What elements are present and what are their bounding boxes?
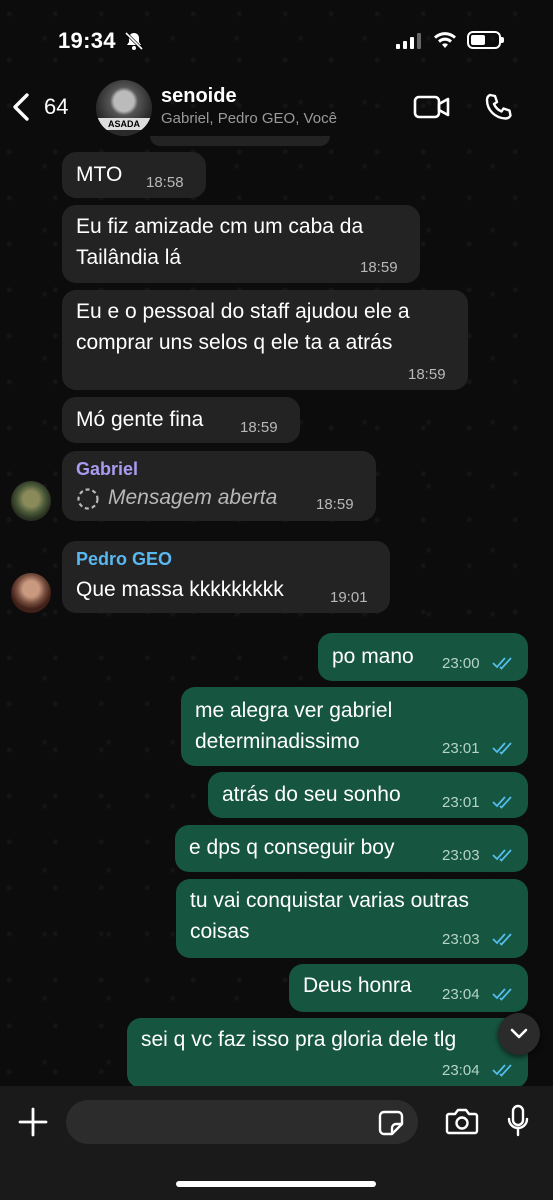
message-text: Deus honra bbox=[303, 974, 412, 997]
message-text: atrás do seu sonho bbox=[222, 783, 401, 806]
message-time: 23:04 bbox=[442, 1062, 480, 1079]
message-bubble-incoming[interactable]: Eu e o pessoal do staff ajudou ele a com… bbox=[62, 290, 468, 390]
sticker-icon[interactable] bbox=[378, 1110, 404, 1141]
message-text: Mó gente fina bbox=[76, 408, 204, 431]
message-time: 18:59 bbox=[408, 366, 446, 383]
message-text-line1: Eu fiz amizade cm um caba da bbox=[76, 215, 364, 238]
contact-avatar-gabriel[interactable] bbox=[11, 481, 51, 521]
chat-header: 64 ASADA senoide Gabriel, Pedro GEO, Voc… bbox=[0, 72, 553, 142]
message-text: Mensagem aberta bbox=[108, 486, 278, 509]
message-text: sei q vc faz isso pra gloria dele tlg bbox=[141, 1028, 457, 1051]
message-bubble-incoming[interactable]: MTO 18:58 bbox=[62, 152, 206, 198]
chevron-down-icon bbox=[509, 1026, 529, 1047]
scroll-to-bottom-button[interactable] bbox=[498, 1013, 540, 1055]
message-bubble-outgoing[interactable]: sei q vc faz isso pra gloria dele tlg 23… bbox=[127, 1018, 528, 1088]
message-time: 18:59 bbox=[360, 259, 398, 276]
read-ticks-icon bbox=[492, 741, 514, 760]
back-chevron-icon[interactable] bbox=[10, 92, 32, 127]
read-ticks-icon bbox=[492, 932, 514, 951]
read-ticks-icon bbox=[492, 656, 514, 675]
message-text-line2: comprar uns selos q ele ta a atrás bbox=[76, 331, 393, 354]
message-bubble-incoming[interactable]: Pedro GEO Que massa kkkkkkkkk 19:01 bbox=[62, 541, 390, 613]
sender-name[interactable]: Gabriel bbox=[76, 459, 138, 480]
message-bubble-outgoing[interactable]: tu vai conquistar varias outras coisas 2… bbox=[176, 879, 528, 958]
signal-icon bbox=[396, 33, 422, 54]
message-bubble-outgoing[interactable]: po mano 23:00 bbox=[318, 633, 528, 681]
message-time: 23:03 bbox=[442, 847, 480, 864]
message-time: 18:58 bbox=[146, 174, 184, 191]
message-text-line2: Tailândia lá bbox=[76, 246, 182, 269]
message-time: 23:01 bbox=[442, 740, 480, 757]
read-ticks-icon bbox=[492, 1063, 514, 1082]
message-text: e dps q conseguir boy bbox=[189, 836, 395, 859]
partial-message-bubble bbox=[150, 136, 330, 146]
message-text: MTO bbox=[76, 163, 123, 186]
message-time: 23:04 bbox=[442, 986, 480, 1003]
message-bubble-incoming[interactable]: Mó gente fina 18:59 bbox=[62, 397, 300, 443]
message-bubble-outgoing[interactable]: e dps q conseguir boy 23:03 bbox=[175, 825, 528, 872]
status-time: 19:34 bbox=[58, 28, 116, 53]
status-bar: 19:34 bbox=[0, 0, 553, 80]
message-text: Que massa kkkkkkkkk bbox=[76, 578, 284, 601]
read-ticks-icon bbox=[492, 795, 514, 814]
group-members[interactable]: Gabriel, Pedro GEO, Você bbox=[161, 110, 337, 127]
message-text: po mano bbox=[332, 645, 414, 668]
home-indicator bbox=[176, 1181, 376, 1187]
message-text-line2: determinadissimo bbox=[195, 730, 360, 753]
message-bubble-outgoing[interactable]: atrás do seu sonho 23:01 bbox=[208, 772, 528, 818]
message-text-line2: coisas bbox=[190, 920, 250, 943]
message-text-line1: tu vai conquistar varias outras bbox=[190, 889, 469, 912]
video-call-icon[interactable] bbox=[413, 94, 451, 125]
message-bubble-incoming[interactable]: Gabriel Mensagem aberta 18:59 bbox=[62, 451, 376, 521]
message-time: 23:00 bbox=[442, 655, 480, 672]
message-time: 18:59 bbox=[316, 496, 354, 513]
contact-avatar-pedro[interactable] bbox=[11, 573, 51, 613]
message-text-line1: me alegra ver gabriel bbox=[195, 699, 393, 722]
message-bubble-incoming[interactable]: Eu fiz amizade cm um caba da Tailândia l… bbox=[62, 205, 420, 283]
message-time: 23:01 bbox=[442, 794, 480, 811]
message-bubble-outgoing[interactable]: me alegra ver gabriel determinadissimo 2… bbox=[181, 687, 528, 766]
view-once-icon bbox=[76, 487, 100, 516]
camera-icon[interactable] bbox=[445, 1107, 479, 1140]
read-ticks-icon bbox=[492, 987, 514, 1006]
bell-off-icon bbox=[124, 31, 144, 56]
group-name[interactable]: senoide bbox=[161, 85, 237, 108]
read-ticks-icon bbox=[492, 848, 514, 867]
avatar-label: ASADA bbox=[96, 118, 152, 130]
mic-icon[interactable] bbox=[506, 1104, 530, 1143]
message-time: 19:01 bbox=[330, 589, 368, 606]
group-avatar[interactable]: ASADA bbox=[96, 80, 152, 136]
message-input[interactable] bbox=[66, 1100, 418, 1144]
wifi-icon bbox=[433, 30, 457, 55]
message-time: 18:59 bbox=[240, 419, 278, 436]
battery-icon bbox=[467, 31, 504, 49]
unread-count[interactable]: 64 bbox=[44, 94, 68, 120]
message-text-line1: Eu e o pessoal do staff ajudou ele a bbox=[76, 300, 410, 323]
phone-icon[interactable] bbox=[483, 92, 513, 127]
message-bubble-outgoing[interactable]: Deus honra 23:04 bbox=[289, 964, 528, 1012]
message-time: 23:03 bbox=[442, 931, 480, 948]
sender-name[interactable]: Pedro GEO bbox=[76, 549, 172, 570]
plus-icon[interactable] bbox=[17, 1106, 49, 1143]
